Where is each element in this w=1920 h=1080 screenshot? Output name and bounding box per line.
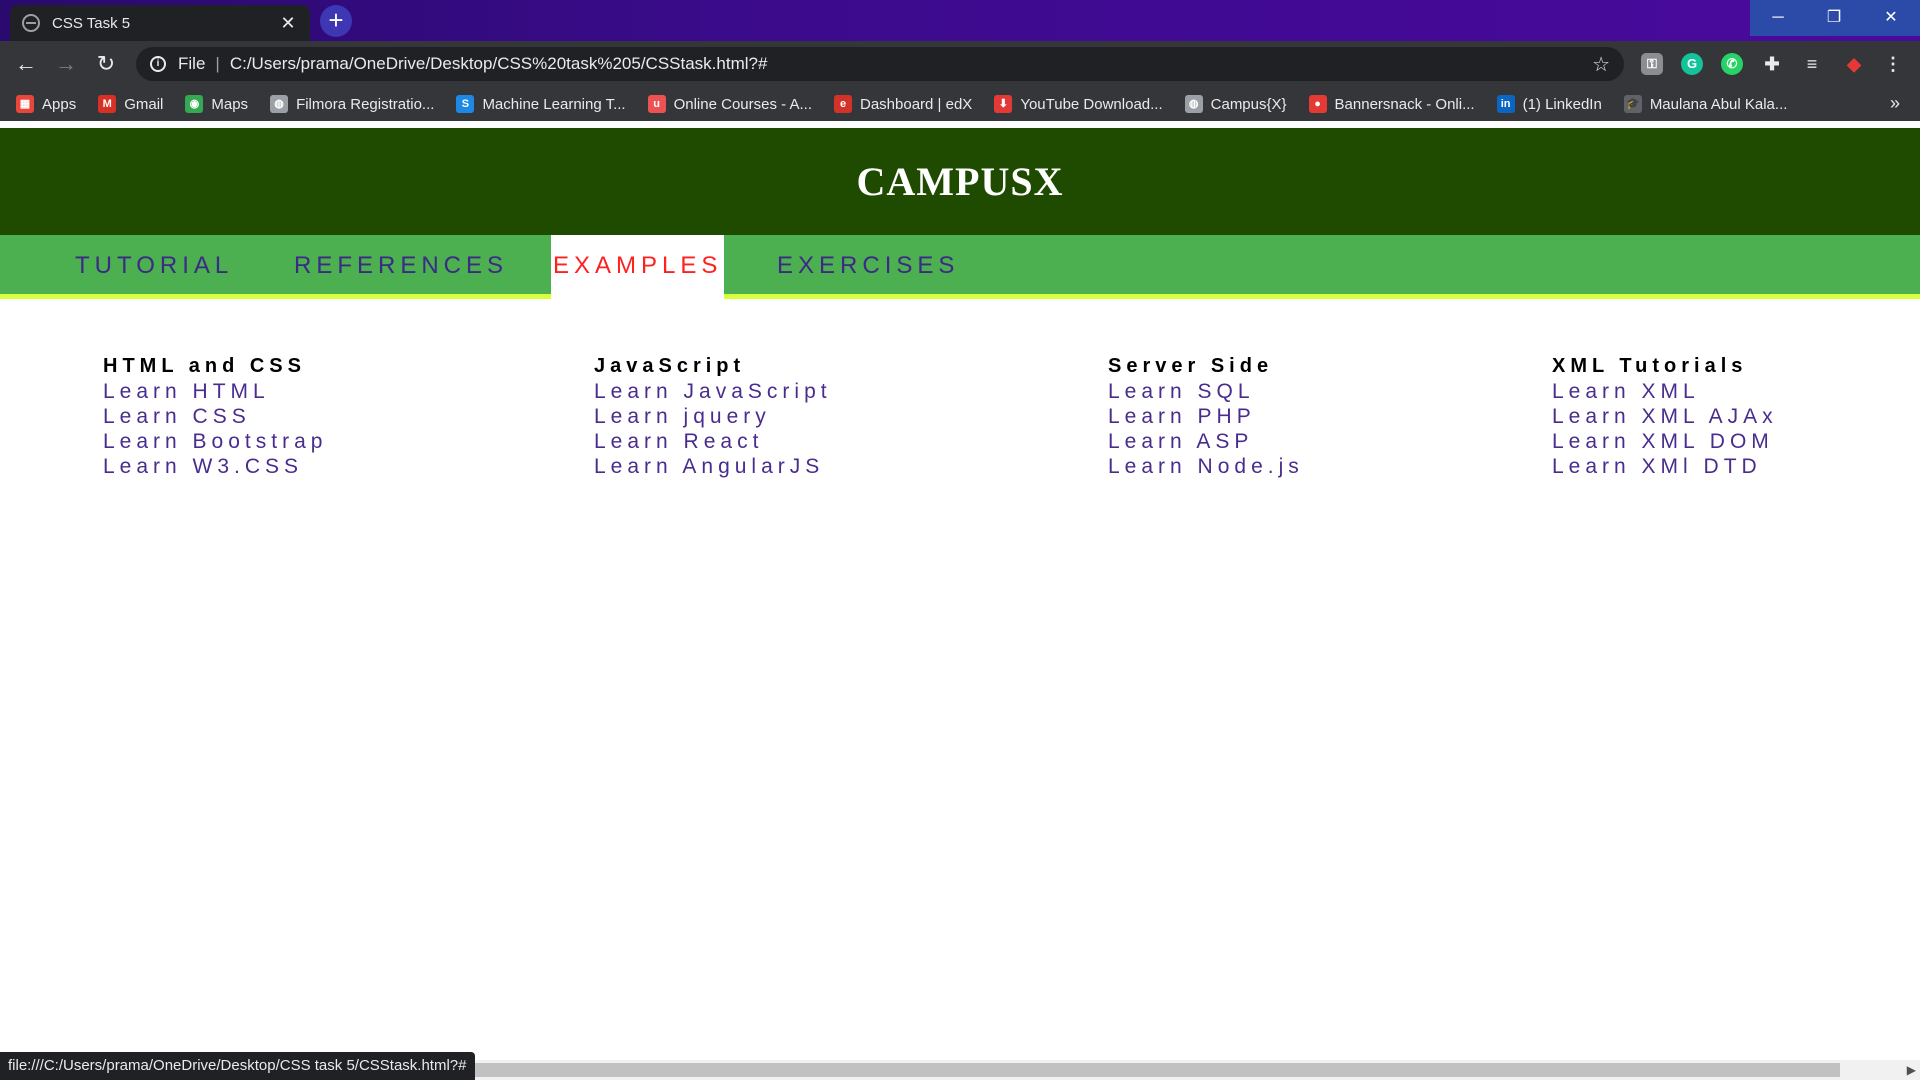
bookmarks-bar: ▦ Apps M Gmail ◉ Maps ◍ Filmora Registratio... S…: [0, 87, 1920, 121]
window-close-icon[interactable]: ✕: [1862, 0, 1920, 36]
profile-avatar-icon[interactable]: ◆: [1843, 53, 1865, 75]
tab-title: CSS Task 5: [52, 14, 131, 32]
bookmark-item[interactable]: u Online Courses - A...: [647, 95, 812, 113]
s-logo-icon: S: [456, 95, 475, 113]
reload-icon[interactable]: ↻: [90, 48, 122, 80]
bookmark-item[interactable]: ◍ Filmora Registratio...: [270, 95, 434, 113]
site-title: CAMPUSX: [856, 159, 1064, 204]
scroll-right-arrow-icon[interactable]: ▶: [1907, 1060, 1916, 1080]
site-header: CAMPUSX: [0, 128, 1920, 235]
bookmark-label: Gmail: [124, 95, 164, 113]
globe-icon: [22, 14, 40, 32]
bookmark-item[interactable]: ◉ Maps: [185, 95, 248, 113]
bookmark-label: Apps: [42, 95, 77, 113]
grammarly-icon[interactable]: G: [1681, 53, 1703, 75]
nav-examples[interactable]: EXAMPLES: [551, 235, 725, 299]
bookmark-label: Maulana Abul Kala...: [1649, 95, 1788, 113]
column-html-css: HTML and CSS Learn HTML Learn CSS Learn …: [103, 354, 327, 479]
browser-tab[interactable]: CSS Task 5 ✕: [10, 5, 310, 41]
site-nav: TUTORIAL REFERENCES EXAMPLES EXERCISES: [0, 235, 1920, 299]
link-learn-html[interactable]: Learn HTML: [103, 379, 327, 404]
new-tab-button[interactable]: +: [320, 5, 352, 37]
link-learn-php[interactable]: Learn PHP: [1108, 404, 1304, 429]
download-icon: ⬇: [994, 95, 1013, 113]
column-title: JavaScript: [594, 355, 746, 377]
bookmark-label: Machine Learning T...: [482, 95, 626, 113]
forward-arrow-icon[interactable]: →: [50, 48, 82, 80]
media-queue-icon[interactable]: ≡: [1801, 53, 1823, 75]
column-server-side: Server Side Learn SQL Learn PHP Learn AS…: [1108, 354, 1304, 479]
bookmark-item[interactable]: e Dashboard | edX: [834, 95, 972, 113]
link-learn-javascript[interactable]: Learn JavaScript: [594, 379, 832, 404]
globe-icon: ◍: [1184, 95, 1203, 113]
minimize-icon[interactable]: ─: [1750, 0, 1806, 36]
site-info-icon[interactable]: i: [150, 56, 166, 72]
link-learn-w3css[interactable]: Learn W3.CSS: [103, 454, 327, 479]
back-arrow-icon[interactable]: ←: [10, 48, 42, 80]
menu-kebab-icon[interactable]: ⋮: [1882, 53, 1904, 75]
status-bar: file:///C:/Users/prama/OneDrive/Desktop/…: [0, 1052, 475, 1080]
bookmark-label: Campus{X}: [1210, 95, 1287, 113]
linkedin-icon: in: [1496, 95, 1515, 113]
nav-tutorial[interactable]: TUTORIAL: [75, 235, 233, 299]
bookmark-item[interactable]: M Gmail: [98, 95, 163, 113]
bookmark-item[interactable]: S Machine Learning T...: [456, 95, 626, 113]
link-learn-bootstrap[interactable]: Learn Bootstrap: [103, 429, 327, 454]
bookmark-label: Maps: [211, 95, 249, 113]
graduation-cap-icon: 🎓: [1623, 95, 1642, 113]
close-tab-icon[interactable]: ✕: [278, 13, 298, 34]
nav-references[interactable]: REFERENCES: [294, 235, 508, 299]
extension-icon[interactable]: ⚿: [1641, 53, 1663, 75]
bookmark-item[interactable]: ▦ Apps: [16, 95, 76, 113]
globe-icon: ◍: [270, 95, 289, 113]
whatsapp-icon[interactable]: ✆: [1721, 53, 1743, 75]
bookmark-item[interactable]: ● Bannersnack - Onli...: [1308, 95, 1475, 113]
column-title: Server Side: [1108, 355, 1274, 377]
bookmark-item[interactable]: ◍ Campus{X}: [1184, 95, 1287, 113]
browser-toolbar: ← → ↻ i File | C:/Users/prama/OneDrive/D…: [0, 41, 1920, 87]
column-title: HTML and CSS: [103, 355, 306, 377]
link-learn-xml-ajax[interactable]: Learn XML AJAx: [1552, 404, 1778, 429]
column-javascript: JavaScript Learn JavaScript Learn jquery…: [594, 354, 832, 479]
link-learn-xml-dom[interactable]: Learn XML DOM: [1552, 429, 1778, 454]
column-xml-tutorials: XML Tutorials Learn XML Learn XML AJAx L…: [1552, 354, 1778, 479]
gmail-icon: M: [98, 95, 117, 113]
bookmark-label: Online Courses - A...: [673, 95, 812, 113]
bannersnack-icon: ●: [1308, 95, 1327, 113]
bookmark-label: Filmora Registratio...: [296, 95, 435, 113]
nav-exercises[interactable]: EXERCISES: [777, 235, 959, 299]
link-learn-angularjs[interactable]: Learn AngularJS: [594, 454, 832, 479]
udemy-icon: u: [647, 95, 666, 113]
scrollbar-thumb[interactable]: [465, 1063, 1840, 1077]
maps-pin-icon: ◉: [185, 95, 204, 113]
horizontal-scrollbar[interactable]: ▶: [465, 1060, 1920, 1080]
url-scheme: File: [178, 54, 206, 73]
address-bar[interactable]: i File | C:/Users/prama/OneDrive/Desktop…: [136, 47, 1624, 81]
link-learn-xml[interactable]: Learn XML: [1552, 379, 1778, 404]
browser-titlebar: CSS Task 5 ✕ + ─ ❐ ✕: [0, 0, 1920, 41]
bookmark-label: Dashboard | edX: [860, 95, 973, 113]
link-learn-sql[interactable]: Learn SQL: [1108, 379, 1304, 404]
url-separator: |: [215, 54, 220, 73]
bookmark-star-icon[interactable]: ☆: [1592, 52, 1610, 77]
edx-icon: e: [834, 95, 852, 113]
bookmark-label: Bannersnack - Onli...: [1334, 95, 1475, 113]
link-learn-xml-dtd[interactable]: Learn XMl DTD: [1552, 454, 1778, 479]
apps-grid-icon: ▦: [16, 95, 34, 113]
bookmark-label: YouTube Download...: [1020, 95, 1163, 113]
bookmark-item[interactable]: 🎓 Maulana Abul Kala...: [1623, 95, 1788, 113]
bookmark-item[interactable]: in (1) LinkedIn: [1496, 95, 1602, 113]
link-learn-nodejs[interactable]: Learn Node.js: [1108, 454, 1304, 479]
link-learn-css[interactable]: Learn CSS: [103, 404, 327, 429]
column-title: XML Tutorials: [1552, 355, 1748, 377]
link-learn-react[interactable]: Learn React: [594, 429, 832, 454]
bookmark-label: (1) LinkedIn: [1522, 95, 1602, 113]
link-learn-asp[interactable]: Learn ASP: [1108, 429, 1304, 454]
url-text[interactable]: C:/Users/prama/OneDrive/Desktop/CSS%20ta…: [230, 54, 1592, 74]
link-learn-jquery[interactable]: Learn jquery: [594, 404, 832, 429]
restore-icon[interactable]: ❐: [1806, 0, 1862, 36]
bookmark-item[interactable]: ⬇ YouTube Download...: [994, 95, 1163, 113]
extensions-puzzle-icon[interactable]: ✚: [1761, 53, 1783, 75]
bookmarks-overflow-icon[interactable]: »: [1890, 93, 1900, 114]
